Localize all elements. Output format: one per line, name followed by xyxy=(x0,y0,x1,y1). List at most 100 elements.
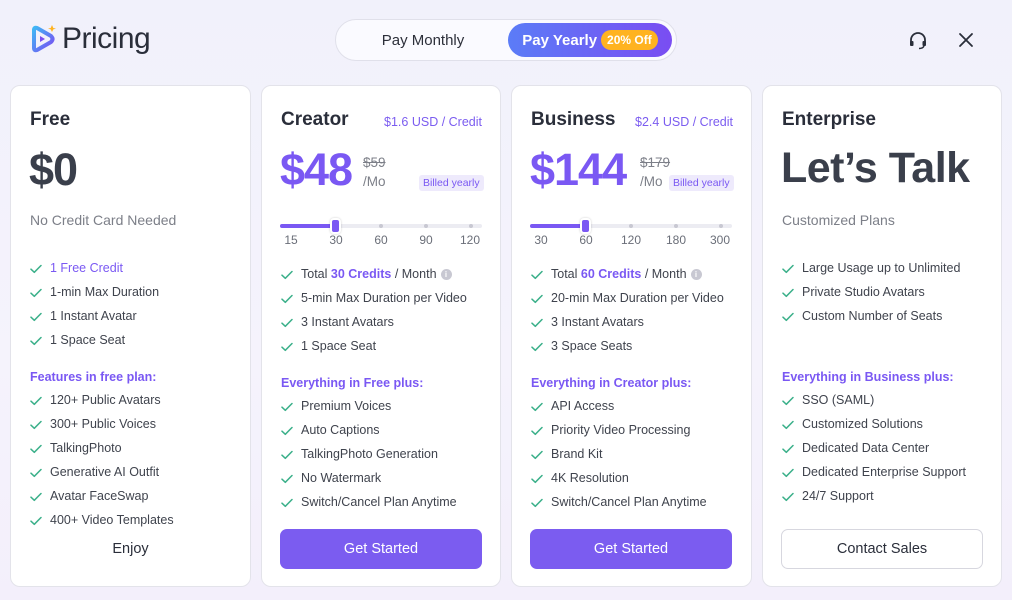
feature-item: TalkingPhoto Generation xyxy=(281,447,438,461)
slider-step xyxy=(424,224,428,228)
logo-icon xyxy=(32,25,56,53)
original-price: $59 xyxy=(363,155,386,170)
check-icon xyxy=(281,449,293,460)
check-icon xyxy=(30,335,42,346)
check-icon xyxy=(782,419,794,430)
plan-price: $48 xyxy=(280,144,353,195)
feature-item: 3 Space Seats xyxy=(531,339,632,353)
check-icon xyxy=(30,395,42,406)
plan-name: Free xyxy=(30,109,71,130)
slider-tick[interactable]: 60 xyxy=(374,233,387,247)
feature-item: 5-min Max Duration per Video xyxy=(281,291,467,305)
section-label: Everything in Creator plus: xyxy=(531,376,692,390)
slider-fill xyxy=(530,224,586,228)
enjoy-label: Enjoy xyxy=(112,541,149,557)
slider-step xyxy=(719,224,723,228)
check-icon xyxy=(782,263,794,274)
per-month-label: /Mo xyxy=(363,174,386,189)
feature-item: Customized Solutions xyxy=(782,417,923,431)
close-icon[interactable] xyxy=(956,30,976,50)
pay-monthly-button[interactable]: Pay Monthly xyxy=(338,22,508,58)
feature-item: Premium Voices xyxy=(281,399,391,413)
discount-badge: 20% Off xyxy=(601,30,658,50)
get-started-button[interactable]: Get Started xyxy=(530,529,732,569)
per-month-label: /Mo xyxy=(640,174,663,189)
slider-handle[interactable] xyxy=(330,218,341,234)
feature-item: Large Usage up to Unlimited xyxy=(782,261,960,275)
slider-tick[interactable]: 30 xyxy=(329,233,342,247)
info-icon[interactable]: i xyxy=(690,268,702,280)
credits-line: Total 60 Credits / Month i xyxy=(531,267,702,281)
feature-item: 120+ Public Avatars xyxy=(30,393,161,407)
slider-ticks: 15 30 60 90 120 xyxy=(280,233,482,249)
slider-step xyxy=(469,224,473,228)
slider-tick[interactable]: 300 xyxy=(710,233,730,247)
feature-item: Auto Captions xyxy=(281,423,380,437)
feature-item: 4K Resolution xyxy=(531,471,629,485)
plan-name: Creator xyxy=(281,109,349,130)
feature-item: Dedicated Data Center xyxy=(782,441,929,455)
check-icon xyxy=(531,341,543,352)
check-icon xyxy=(782,491,794,502)
feature-item: Brand Kit xyxy=(531,447,602,461)
feature-item: 20-min Max Duration per Video xyxy=(531,291,724,305)
check-icon xyxy=(281,401,293,412)
check-icon xyxy=(281,317,293,328)
slider-tick[interactable]: 120 xyxy=(621,233,641,247)
feature-item: Priority Video Processing xyxy=(531,423,690,437)
feature-item: 1-min Max Duration xyxy=(30,285,159,299)
feature-item: 24/7 Support xyxy=(782,489,874,503)
check-icon xyxy=(30,515,42,526)
per-credit-price: $2.4 USD / Credit xyxy=(635,115,733,129)
check-icon xyxy=(30,419,42,430)
feature-item: 1 Space Seat xyxy=(30,333,125,347)
check-icon xyxy=(30,311,42,322)
check-icon xyxy=(782,395,794,406)
feature-item: 1 Free Credit xyxy=(30,261,123,275)
feature-item: Custom Number of Seats xyxy=(782,309,942,323)
plan-card-free: Free $0 No Credit Card Needed 1 Free Cre… xyxy=(10,85,251,587)
get-started-button[interactable]: Get Started xyxy=(280,529,482,569)
plan-price: Let’s Talk xyxy=(781,144,970,192)
feature-item: 1 Instant Avatar xyxy=(30,309,137,323)
check-icon xyxy=(30,263,42,274)
billed-yearly-badge: Billed yearly xyxy=(669,175,734,191)
slider-tick[interactable]: 30 xyxy=(534,233,547,247)
feature-item: API Access xyxy=(531,399,614,413)
check-icon xyxy=(30,287,42,298)
feature-item: 3 Instant Avatars xyxy=(531,315,644,329)
feature-item: 1 Space Seat xyxy=(281,339,376,353)
plan-name: Enterprise xyxy=(782,109,876,130)
feature-item: 400+ Video Templates xyxy=(30,513,174,527)
slider-handle[interactable] xyxy=(580,218,591,234)
slider-step xyxy=(629,224,633,228)
slider-tick[interactable]: 180 xyxy=(666,233,686,247)
check-icon xyxy=(782,287,794,298)
slider-tick[interactable]: 120 xyxy=(460,233,480,247)
slider-tick[interactable]: 90 xyxy=(419,233,432,247)
slider-tick[interactable]: 60 xyxy=(579,233,592,247)
slider-tick[interactable]: 15 xyxy=(284,233,297,247)
pay-yearly-label: Pay Yearly xyxy=(522,31,598,49)
info-icon[interactable]: i xyxy=(440,268,452,280)
headset-icon[interactable] xyxy=(908,30,928,50)
check-icon xyxy=(782,443,794,454)
feature-item: Avatar FaceSwap xyxy=(30,489,148,503)
feature-item: No Watermark xyxy=(281,471,381,485)
original-price: $179 xyxy=(640,155,671,170)
plan-card-business: Business $2.4 USD / Credit $144 $179 /Mo… xyxy=(511,85,752,587)
slider-fill xyxy=(280,224,336,228)
check-icon xyxy=(531,473,543,484)
per-credit-price: $1.6 USD / Credit xyxy=(384,115,482,129)
plan-name: Business xyxy=(531,109,616,130)
check-icon xyxy=(531,497,543,508)
slider-step xyxy=(674,224,678,228)
contact-sales-button[interactable]: Contact Sales xyxy=(781,529,983,569)
section-label: Everything in Free plus: xyxy=(281,376,424,390)
check-icon xyxy=(30,467,42,478)
feature-item: TalkingPhoto xyxy=(30,441,122,455)
plan-price: $0 xyxy=(29,144,78,195)
feature-item: Dedicated Enterprise Support xyxy=(782,465,966,479)
pay-yearly-button[interactable]: Pay Yearly 20% Off xyxy=(508,23,672,57)
section-label: Everything in Business plus: xyxy=(782,370,954,384)
